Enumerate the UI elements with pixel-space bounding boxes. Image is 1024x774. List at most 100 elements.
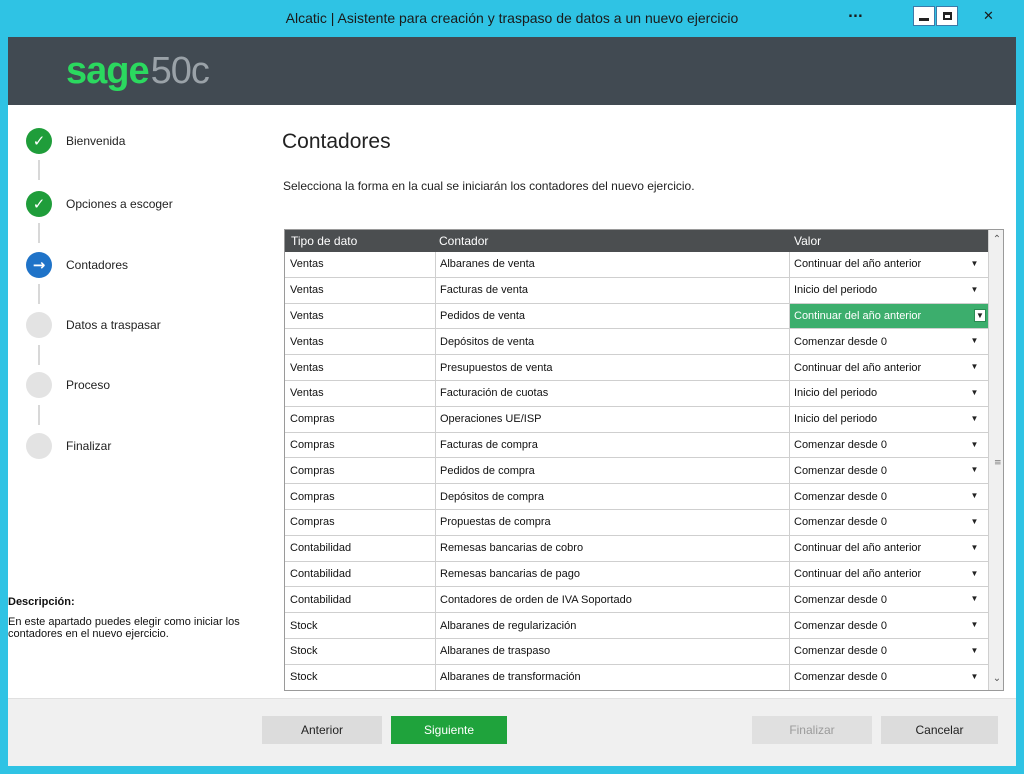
valor-dropdown[interactable]: Continuar del año anterior ▼ bbox=[789, 355, 988, 380]
scroll-up-icon[interactable]: ⌃ bbox=[991, 233, 1003, 247]
valor-text: Comenzar desde 0 bbox=[794, 671, 887, 684]
dropdown-arrow-icon[interactable]: ▼ bbox=[969, 645, 980, 656]
valor-dropdown[interactable]: Comenzar desde 0 ▼ bbox=[789, 432, 988, 458]
cell-contador: Pedidos de compra bbox=[435, 458, 788, 484]
minimize-button[interactable] bbox=[913, 6, 935, 26]
valor-dropdown[interactable]: Comenzar desde 0 ▼ bbox=[789, 329, 988, 355]
cancel-button[interactable]: Cancelar bbox=[881, 716, 998, 744]
table-row[interactable]: Compras Pedidos de compra Comenzar desde 0… bbox=[285, 458, 988, 485]
dropdown-arrow-icon[interactable]: ▼ bbox=[969, 490, 980, 501]
valor-dropdown[interactable]: Comenzar desde 0 ▼ bbox=[789, 458, 988, 484]
column-header-tipo[interactable]: Tipo de dato bbox=[291, 234, 357, 248]
valor-dropdown[interactable]: Inicio del periodo ▼ bbox=[789, 380, 988, 406]
table-row[interactable]: Compras Propuestas de compra Comenzar desd… bbox=[285, 509, 988, 536]
cell-tipo: Ventas bbox=[290, 258, 324, 271]
dropdown-arrow-icon[interactable]: ▼ bbox=[969, 387, 980, 398]
cell-contador: Presupuestos de venta bbox=[435, 355, 788, 380]
valor-dropdown[interactable]: Comenzar desde 0 ▼ bbox=[789, 638, 988, 664]
empty-circle-icon bbox=[26, 372, 52, 398]
table-row[interactable]: Compras Depósitos de compra Comenzar desde… bbox=[285, 484, 988, 510]
table-row[interactable]: Contabilidad Remesas bancarias de pago Con… bbox=[285, 561, 988, 588]
step-label: Opciones a escoger bbox=[66, 197, 173, 211]
table-row[interactable]: Compras Operaciones UE/ISP Inicio del peri… bbox=[285, 406, 988, 433]
close-button[interactable]: ✕ bbox=[961, 6, 1016, 26]
valor-dropdown[interactable]: Comenzar desde 0 ▼ bbox=[789, 509, 988, 535]
valor-dropdown[interactable]: Continuar del año anterior ▼ bbox=[789, 561, 988, 587]
dropdown-arrow-icon[interactable]: ▼ bbox=[969, 671, 980, 682]
cell-contador: Remesas bancarias de pago bbox=[435, 561, 788, 587]
valor-text: Comenzar desde 0 bbox=[794, 593, 887, 606]
cell-contador: Facturación de cuotas bbox=[435, 380, 788, 406]
dropdown-arrow-icon[interactable]: ▼ bbox=[969, 361, 980, 372]
table-row[interactable]: Ventas Albaranes de venta Continuar del añ… bbox=[285, 252, 988, 278]
valor-dropdown[interactable]: Comenzar desde 0 ▼ bbox=[789, 613, 988, 638]
cell-contador: Operaciones UE/ISP bbox=[435, 406, 788, 432]
vertical-scrollbar[interactable]: ⌃ ≡ ⌄ bbox=[988, 230, 1003, 690]
valor-dropdown[interactable]: Comenzar desde 0 ▼ bbox=[789, 484, 988, 509]
empty-circle-icon bbox=[26, 433, 52, 459]
valor-text: Continuar del año anterior bbox=[794, 361, 922, 374]
dropdown-arrow-icon[interactable]: ▼ bbox=[969, 335, 980, 346]
table-row[interactable]: Contabilidad Remesas bancarias de cobro Co… bbox=[285, 535, 988, 562]
close-icon: ✕ bbox=[983, 8, 994, 24]
title-bar[interactable]: Alcatic | Asistente para creación y tras… bbox=[0, 0, 1024, 37]
valor-text: Comenzar desde 0 bbox=[794, 438, 887, 451]
cell-contador: Contadores de orden de IVA Soportado bbox=[435, 587, 788, 613]
table-row[interactable]: Contabilidad Contadores de orden de IVA S… bbox=[285, 587, 988, 614]
dropdown-arrow-icon[interactable]: ▼ bbox=[969, 568, 980, 579]
dropdown-arrow-icon[interactable]: ▼ bbox=[969, 619, 980, 630]
previous-button[interactable]: Anterior bbox=[262, 716, 382, 744]
dropdown-arrow-icon[interactable]: ▼ bbox=[969, 464, 980, 475]
cell-tipo: Compras bbox=[290, 464, 335, 477]
dropdown-arrow-icon[interactable]: ▼ bbox=[969, 413, 980, 424]
dropdown-arrow-icon[interactable]: ▼ bbox=[969, 542, 980, 553]
cell-contador: Albaranes de venta bbox=[435, 252, 788, 277]
cell-contador: Pedidos de venta bbox=[435, 303, 788, 329]
valor-dropdown[interactable]: Continuar del año anterior ▼ bbox=[789, 303, 988, 329]
check-icon: ✓ bbox=[26, 128, 52, 154]
scroll-down-icon[interactable]: ⌄ bbox=[991, 672, 1003, 686]
maximize-button[interactable] bbox=[936, 6, 958, 26]
page-subtitle: Selecciona la forma en la cual se inicia… bbox=[283, 179, 695, 193]
table-row[interactable]: Compras Facturas de compra Comenzar desde … bbox=[285, 432, 988, 459]
cell-contador: Albaranes de traspaso bbox=[435, 638, 788, 664]
step-datos: Datos a traspasar bbox=[26, 312, 161, 338]
dropdown-arrow-icon[interactable]: ▼ bbox=[969, 258, 980, 269]
valor-dropdown[interactable]: Continuar del año anterior ▼ bbox=[789, 252, 988, 277]
valor-dropdown[interactable]: Inicio del periodo ▼ bbox=[789, 406, 988, 432]
cell-tipo: Compras bbox=[290, 490, 335, 503]
valor-text: Inicio del periodo bbox=[794, 387, 878, 400]
table-row[interactable]: Stock Albaranes de transformación Comenzar… bbox=[285, 664, 988, 690]
dropdown-arrow-icon[interactable]: ▼ bbox=[969, 516, 980, 527]
dropdown-arrow-icon[interactable]: ▼ bbox=[969, 439, 980, 450]
finish-button: Finalizar bbox=[752, 716, 872, 744]
cell-tipo: Ventas bbox=[290, 309, 324, 322]
wizard-steps: ✓ Bienvenida ✓ Opciones a escoger → Cont… bbox=[8, 105, 263, 698]
table-row[interactable]: Ventas Presupuestos de venta Continuar del… bbox=[285, 355, 988, 381]
scroll-thumb[interactable]: ≡ bbox=[991, 248, 1003, 668]
valor-dropdown[interactable]: Inicio del periodo ▼ bbox=[789, 277, 988, 303]
check-icon: ✓ bbox=[26, 191, 52, 217]
step-label: Proceso bbox=[66, 378, 111, 392]
window-title: Alcatic | Asistente para creación y tras… bbox=[285, 10, 739, 26]
column-header-contador[interactable]: Contador bbox=[439, 234, 488, 248]
valor-dropdown[interactable]: Comenzar desde 0 ▼ bbox=[789, 664, 988, 690]
dropdown-arrow-icon[interactable]: ▼ bbox=[974, 308, 986, 322]
dropdown-arrow-icon[interactable]: ▼ bbox=[969, 593, 980, 604]
next-button[interactable]: Siguiente bbox=[391, 716, 507, 744]
table-row[interactable]: Stock Albaranes de regularización Comenzar… bbox=[285, 613, 988, 639]
table-row[interactable]: Ventas Facturación de cuotas Inicio del pe… bbox=[285, 380, 988, 407]
cell-tipo: Compras bbox=[290, 516, 335, 529]
valor-text: Comenzar desde 0 bbox=[794, 645, 887, 658]
minimize-icon bbox=[919, 17, 929, 21]
dropdown-arrow-icon[interactable]: ▼ bbox=[969, 284, 980, 295]
valor-dropdown[interactable]: Comenzar desde 0 ▼ bbox=[789, 587, 988, 613]
page-title: Contadores bbox=[282, 130, 391, 153]
column-header-valor[interactable]: Valor bbox=[794, 234, 821, 248]
valor-dropdown[interactable]: Continuar del año anterior ▼ bbox=[789, 535, 988, 561]
table-row[interactable]: Stock Albaranes de traspaso Comenzar desde… bbox=[285, 638, 988, 665]
table-row[interactable]: Ventas Pedidos de venta Continuar del año … bbox=[285, 303, 988, 330]
empty-circle-icon bbox=[26, 312, 52, 338]
table-row[interactable]: Ventas Facturas de venta Inicio del period… bbox=[285, 277, 988, 304]
table-row[interactable]: Ventas Depósitos de venta Comenzar desde 0… bbox=[285, 329, 988, 356]
